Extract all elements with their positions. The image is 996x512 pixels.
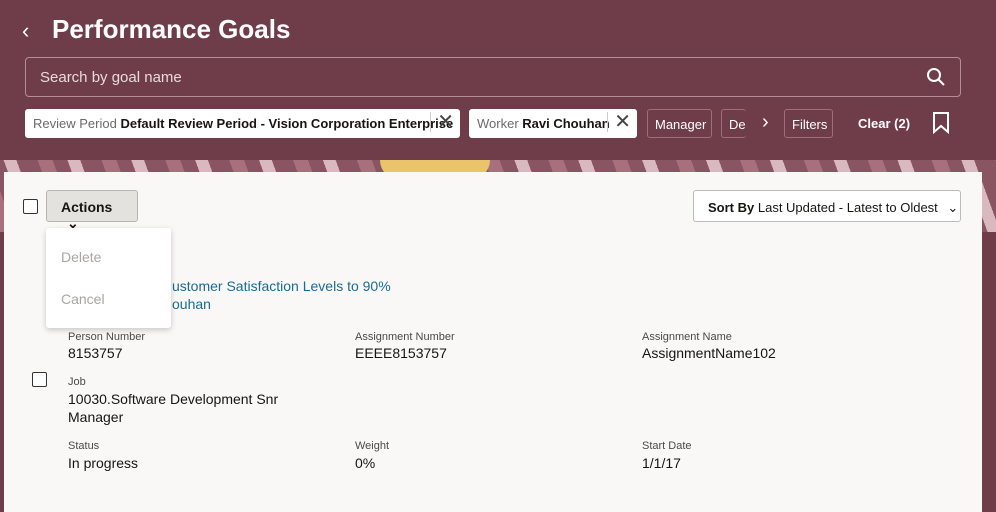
close-icon[interactable]: ✕ — [430, 112, 454, 132]
header: ‹ Performance Goals Search by goal name … — [0, 0, 996, 160]
sort-dropdown[interactable]: Sort By Last Updated - Latest to Oldest … — [693, 190, 961, 222]
field-label: Status — [68, 440, 100, 452]
clear-filters-button[interactable]: Clear (2) — [858, 116, 910, 131]
page-title: Performance Goals — [52, 14, 291, 44]
field-label: Start Date — [642, 440, 692, 452]
close-icon[interactable]: ✕ — [607, 112, 631, 132]
select-all-checkbox[interactable] — [23, 199, 38, 214]
bookmark-icon[interactable] — [932, 112, 950, 134]
search-placeholder: Search by goal name — [40, 69, 182, 86]
goals-card — [4, 172, 982, 512]
goal-worker-link[interactable]: ouhan — [172, 296, 211, 312]
filter-manager-button[interactable]: Manager — [647, 109, 712, 138]
filter-department-button[interactable]: Dep — [721, 109, 746, 138]
menu-item-delete[interactable]: Delete — [61, 249, 101, 265]
field-label: Person Number — [68, 331, 146, 343]
chevron-down-icon: ⌄ — [947, 200, 959, 215]
goal-row-checkbox[interactable] — [32, 372, 47, 387]
menu-item-cancel[interactable]: Cancel — [61, 291, 105, 307]
field-value: EEEE8153757 — [355, 345, 447, 361]
field-value: AssignmentName102 — [642, 345, 776, 361]
filter-chip-worker[interactable]: Worker Ravi Chouhan ✕ — [469, 109, 637, 138]
search-icon[interactable] — [926, 67, 946, 87]
field-value: 10030.Software Development Snr Manager — [68, 391, 279, 425]
filter-chip-review-period[interactable]: Review Period Default Review Period - Vi… — [25, 109, 460, 138]
field-label: Assignment Number — [355, 331, 455, 343]
field-label: Weight — [355, 440, 390, 452]
back-button[interactable]: ‹ — [22, 18, 29, 44]
actions-button[interactable]: Actions ⌄ — [46, 190, 138, 231]
field-value: 0% — [355, 455, 376, 471]
field-value: In progress — [68, 455, 139, 471]
field-label: Assignment Name — [642, 331, 732, 343]
search-input[interactable]: Search by goal name — [25, 57, 961, 97]
goal-title-link[interactable]: ustomer Satisfaction Levels to 90% — [172, 278, 391, 294]
chevron-right-icon[interactable]: › — [762, 111, 769, 134]
field-value: 8153757 — [68, 345, 123, 361]
field-label: Job — [68, 376, 86, 388]
field-value: 1/1/17 — [642, 455, 681, 471]
filters-button[interactable]: Filters — [784, 109, 833, 138]
actions-menu: Delete Cancel — [46, 228, 171, 328]
